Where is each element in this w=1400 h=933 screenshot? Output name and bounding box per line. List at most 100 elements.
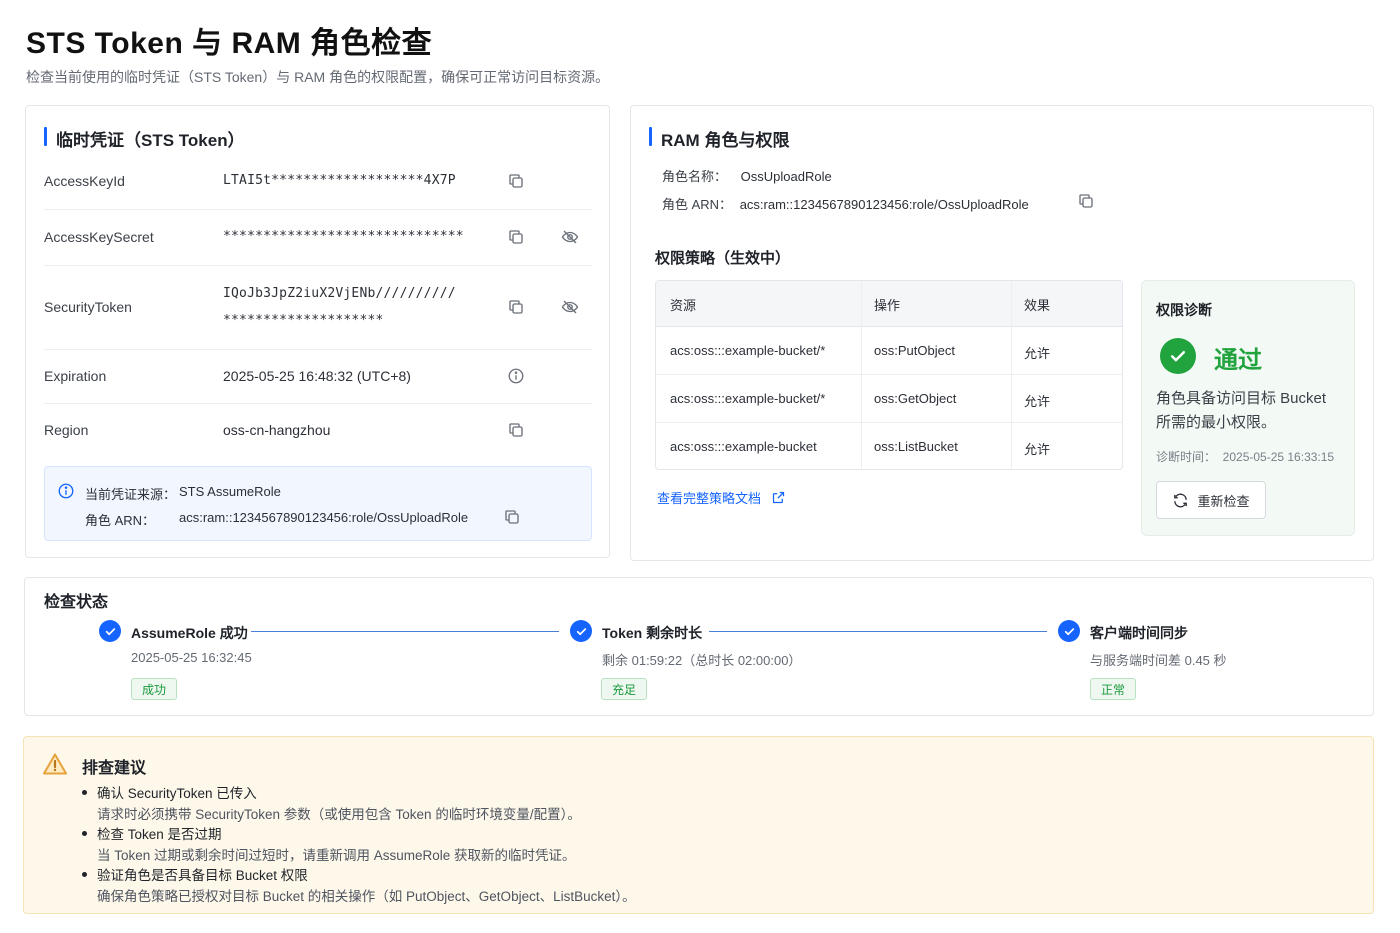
step-sub: 剩余 01:59:22（总时长 02:00:00） [602,653,802,668]
status-badge: 成功 [131,678,178,700]
source-arn-value: acs:ram::1234567890123456:role/OssUpload… [179,510,469,525]
role-arn-label: 角色 ARN： [662,197,733,212]
info-icon[interactable] [507,367,525,385]
cell-resource: acs:oss:::example-bucket [670,439,817,454]
cred-key: SecurityToken [44,299,132,315]
cred-value: oss-cn-hangzhou [223,422,331,438]
cred-value: ****************************** [223,229,464,244]
eye-off-icon[interactable] [561,228,579,246]
cred-key: AccessKeyId [44,173,125,189]
advice-item: 确认 SecurityToken 已传入 [82,782,257,802]
cred-key: Region [44,422,89,438]
troubleshooting-panel: 排查建议 确认 SecurityToken 已传入 请求时必须携带 Securi… [23,736,1374,914]
recheck-button[interactable]: 重新检查 [1156,481,1266,519]
table-row: acs:oss:::example-bucket/* oss:GetObject… [656,375,1122,423]
step-title: AssumeRole 成功 [131,625,248,641]
role-arn-line: 角色 ARN： acs:ram::1234567890123456:role/O… [662,194,1029,213]
diagnosis-result: 通过 [1214,347,1262,374]
advice-item-title: 检查 Token 是否过期 [97,827,222,842]
step-sub: 与服务端时间差 0.45 秒 [1090,653,1227,668]
copy-icon[interactable] [1077,192,1095,210]
step-check-icon [570,620,592,642]
advice-item-desc: 当 Token 过期或剩余时间过短时，请重新调用 AssumeRole 获取新的… [97,848,576,863]
eye-off-icon[interactable] [561,298,579,316]
cred-key: AccessKeySecret [44,229,154,245]
step-connector [251,631,559,632]
copy-icon[interactable] [507,228,525,246]
cred-row-accesskeyid: AccessKeyId LTAI5t*******************4X7… [44,154,592,210]
status-card: 检查状态 AssumeRole 成功 2025-05-25 16:32:45 成… [24,577,1374,716]
source-label: 当前凭证来源： [85,487,177,502]
cred-row-region: Region oss-cn-hangzhou [44,404,592,458]
table-header-action: 操作 [874,298,901,313]
step-check-icon [1058,620,1080,642]
role-title: RAM 角色与权限 [649,126,789,151]
credential-source-box: 当前凭证来源： STS AssumeRole 角色 ARN： acs:ram::… [44,466,592,541]
table-header-effect: 效果 [1024,298,1051,313]
step-connector [709,631,1047,632]
advice-item-title: 验证角色是否具备目标 Bucket 权限 [97,868,308,883]
diagnosis-desc-line2: 所需的最小权限。 [1156,414,1277,431]
advice-title: 排查建议 [82,760,147,777]
status-badge: 正常 [1090,678,1137,700]
step-check-icon [99,620,121,642]
table-row: acs:oss:::example-bucket oss:ListBucket … [656,423,1122,469]
cred-row-accesskeysecret: AccessKeySecret ************************… [44,210,592,266]
status-badge: 充足 [601,678,648,700]
bullet [82,830,87,836]
cred-value: 2025-05-25 16:48:32 (UTC+8) [223,368,411,384]
cell-resource: acs:oss:::example-bucket/* [670,343,826,358]
advice-item-desc: 确保角色策略已授权对目标 Bucket 的相关操作（如 PutObject、Ge… [97,889,636,904]
bullet [82,789,87,795]
check-circle-icon [1160,338,1196,374]
copy-icon[interactable] [503,508,521,526]
copy-icon[interactable] [507,172,525,190]
table-header-resource: 资源 [670,298,697,313]
bullet [82,871,87,877]
cred-value-line1: IQoJb3JpZ2iuX2VjENb////////// [223,286,456,301]
source-value: STS AssumeRole [179,484,281,499]
cell-effect: 允许 [1024,346,1051,361]
role-arn-value: acs:ram::1234567890123456:role/OssUpload… [739,197,1029,212]
source-arn-label: 角色 ARN： [85,513,156,528]
advice-item: 检查 Token 是否过期 [82,823,222,843]
credentials-title: 临时凭证（STS Token） [44,126,245,151]
refresh-icon [1172,492,1189,509]
copy-icon[interactable] [507,298,525,316]
warning-icon [43,753,67,775]
step-sub: 2025-05-25 16:32:45 [131,650,252,665]
cell-action: oss:ListBucket [874,439,958,454]
cred-key: Expiration [44,368,107,384]
policy-doc-link[interactable]: 查看完整策略文档 [657,488,786,507]
cred-value-line2: ******************** [223,313,384,328]
status-title: 检查状态 [44,594,109,611]
diagnosis-desc-line1: 角色具备访问目标 Bucket [1156,390,1327,407]
role-name-value: OssUploadRole [740,169,832,184]
copy-icon[interactable] [507,421,525,439]
cell-effect: 允许 [1024,442,1051,457]
advice-item-title: 确认 SecurityToken 已传入 [97,786,257,801]
step-title: 客户端时间同步 [1090,625,1188,641]
external-link-icon [771,490,786,505]
role-name-line: 角色名称： OssUploadRole [662,166,832,185]
cell-resource: acs:oss:::example-bucket/* [670,391,826,406]
recheck-label: 重新检查 [1197,493,1250,509]
role-card: RAM 角色与权限 角色名称： OssUploadRole 角色 ARN： ac… [630,105,1374,561]
role-name-label: 角色名称： [662,169,728,184]
cell-action: oss:GetObject [874,391,957,406]
advice-item-desc: 请求时必须携带 SecurityToken 参数（或使用包含 Token 的临时… [97,807,581,822]
advice-item: 验证角色是否具备目标 Bucket 权限 [82,864,308,884]
cred-row-expiration: Expiration 2025-05-25 16:48:32 (UTC+8) [44,350,592,404]
cred-value: LTAI5t*******************4X7P [223,173,456,188]
policy-title: 权限策略（生效中） [655,250,791,267]
diagnosis-title: 权限诊断 [1156,302,1212,318]
cell-effect: 允许 [1024,394,1051,409]
info-icon [57,482,75,500]
cell-action: oss:PutObject [874,343,955,358]
table-row: acs:oss:::example-bucket/* oss:PutObject… [656,327,1122,375]
diagnosis-panel: 权限诊断 通过 角色具备访问目标 Bucket 所需的最小权限。 诊断时间： 2… [1141,280,1355,536]
policy-doc-link-label: 查看完整策略文档 [657,491,762,506]
table-header: 资源 操作 效果 [656,281,1122,327]
credentials-card: 临时凭证（STS Token） AccessKeyId LTAI5t******… [25,105,610,558]
step-title: Token 剩余时长 [602,625,703,641]
